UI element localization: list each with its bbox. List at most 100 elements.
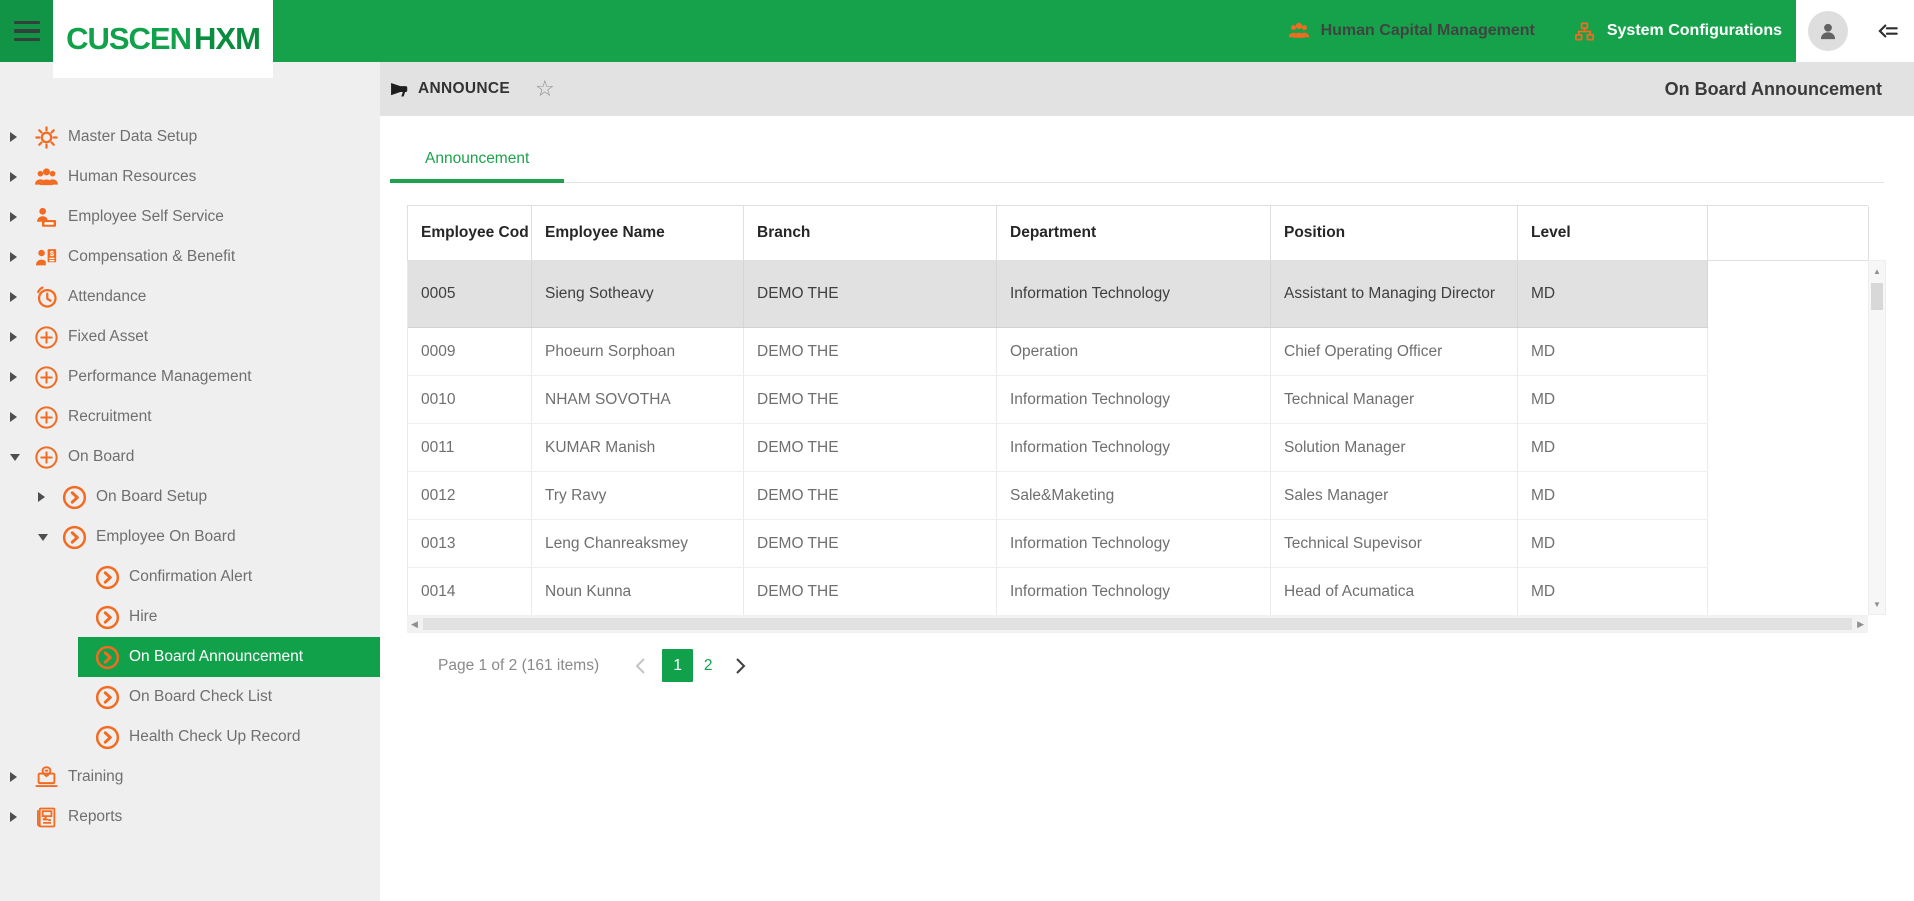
next-page-button[interactable] bbox=[735, 657, 746, 675]
scroll-left-arrow[interactable]: ◀ bbox=[411, 620, 418, 629]
app-logo: CUSCENHXM bbox=[53, 0, 273, 78]
header-cell-employee-cod[interactable]: Employee Cod bbox=[408, 206, 532, 261]
header-cell-position[interactable]: Position bbox=[1271, 206, 1518, 261]
sidebar-item-label: Recruitment bbox=[68, 408, 152, 426]
main-content: Announcement Employee CodEmployee NameBr… bbox=[380, 116, 1914, 901]
sidebar-item-on-board-setup[interactable]: On Board Setup bbox=[0, 477, 380, 517]
cell-department: Information Technology bbox=[997, 261, 1271, 328]
cell-position: Technical Supevisor bbox=[1271, 520, 1518, 568]
table-row-0009[interactable]: 0009Phoeurn SorphoanDEMO THEOperationChi… bbox=[408, 328, 1868, 376]
cell-employee-name: Try Ravy bbox=[532, 472, 744, 520]
page-button-2[interactable]: 2 bbox=[701, 657, 715, 675]
sidebar-item-attendance[interactable]: Attendance bbox=[0, 277, 380, 317]
horizontal-scroll-thumb[interactable] bbox=[423, 618, 1852, 630]
cell-employee-cod: 0005 bbox=[408, 261, 532, 328]
sidebar-item-on-board-check-list[interactable]: On Board Check List bbox=[0, 677, 380, 717]
expander-triangle-icon bbox=[10, 772, 24, 782]
cell-employee-name: Noun Kunna bbox=[532, 568, 744, 616]
cell-employee-cod: 0012 bbox=[408, 472, 532, 520]
module-system-configurations[interactable]: System Configurations bbox=[1573, 19, 1782, 43]
favorite-star-icon[interactable]: ☆ bbox=[535, 78, 555, 100]
sidebar-item-recruitment[interactable]: Recruitment bbox=[0, 397, 380, 437]
sidebar-item-master-data-setup[interactable]: Master Data Setup bbox=[0, 117, 380, 157]
scroll-right-arrow[interactable]: ▶ bbox=[1857, 620, 1864, 629]
header-cell-department[interactable]: Department bbox=[997, 206, 1271, 261]
sidebar-item-health-check-up-record[interactable]: Health Check Up Record bbox=[0, 717, 380, 757]
cell-position: Chief Operating Officer bbox=[1271, 328, 1518, 376]
sidebar-item-reports[interactable]: Reports bbox=[0, 797, 380, 837]
cell-employee-cod: 0011 bbox=[408, 424, 532, 472]
logo-text-secondary: HXM bbox=[194, 21, 260, 56]
module-human-capital-management[interactable]: Human Capital Management bbox=[1287, 19, 1535, 43]
cell-employee-cod: 0009 bbox=[408, 328, 532, 376]
sidebar-item-label: On Board bbox=[68, 448, 134, 466]
collapse-panel-icon[interactable] bbox=[1875, 18, 1901, 44]
pagination: Page 1 of 2 (161 items) 12 bbox=[438, 649, 746, 682]
cell-employee-name: Leng Chanreaksmey bbox=[532, 520, 744, 568]
table-row-0014[interactable]: 0014Noun KunnaDEMO THEInformation Techno… bbox=[408, 568, 1868, 616]
cell-employee-name: Phoeurn Sorphoan bbox=[532, 328, 744, 376]
sidebar-item-human-resources[interactable]: Human Resources bbox=[0, 157, 380, 197]
page-button-1[interactable]: 1 bbox=[662, 649, 693, 682]
scroll-down-arrow[interactable]: ▼ bbox=[1869, 596, 1885, 612]
header-cell-employee-name[interactable]: Employee Name bbox=[532, 206, 744, 261]
previous-page-button[interactable] bbox=[635, 657, 646, 675]
reports-icon bbox=[32, 803, 60, 831]
training-icon bbox=[32, 763, 60, 791]
sidebar-item-fixed-asset[interactable]: Fixed Asset bbox=[0, 317, 380, 357]
table-row-0011[interactable]: 0011KUMAR ManishDEMO THEInformation Tech… bbox=[408, 424, 1868, 472]
cell-empty bbox=[1708, 520, 1869, 568]
sidebar-item-on-board-announcement[interactable]: On Board Announcement bbox=[78, 637, 380, 677]
module-label: System Configurations bbox=[1607, 22, 1782, 40]
cell-department: Information Technology bbox=[997, 424, 1271, 472]
cell-department: Operation bbox=[997, 328, 1271, 376]
sitemap-icon bbox=[1573, 19, 1597, 43]
sidebar-item-on-board[interactable]: On Board bbox=[0, 437, 380, 477]
table-row-0012[interactable]: 0012Try RavyDEMO THESale&MaketingSales M… bbox=[408, 472, 1868, 520]
expander-triangle-icon bbox=[10, 812, 24, 822]
hamburger-bar bbox=[14, 29, 40, 33]
table-row-0010[interactable]: 0010NHAM SOVOTHADEMO THEInformation Tech… bbox=[408, 376, 1868, 424]
cell-branch: DEMO THE bbox=[744, 520, 997, 568]
cell-level: MD bbox=[1518, 520, 1708, 568]
sidebar-item-hire[interactable]: Hire bbox=[0, 597, 380, 637]
header-cell-branch[interactable]: Branch bbox=[744, 206, 997, 261]
sidebar-item-training[interactable]: Training bbox=[0, 757, 380, 797]
vertical-scrollbar[interactable]: ▲ ▼ bbox=[1868, 260, 1886, 615]
cell-empty bbox=[1708, 328, 1869, 376]
table-row-0013[interactable]: 0013Leng ChanreaksmeyDEMO THEInformation… bbox=[408, 520, 1868, 568]
expander-triangle-icon bbox=[10, 292, 24, 302]
cell-employee-name: KUMAR Manish bbox=[532, 424, 744, 472]
sidebar-item-confirmation-alert[interactable]: Confirmation Alert bbox=[0, 557, 380, 597]
module-label: Human Capital Management bbox=[1321, 22, 1535, 40]
sidebar-item-performance-management[interactable]: Performance Management bbox=[0, 357, 380, 397]
vertical-scroll-thumb[interactable] bbox=[1871, 283, 1883, 310]
horizontal-scrollbar[interactable]: ◀ ▶ bbox=[407, 615, 1868, 633]
cell-position: Assistant to Managing Director bbox=[1271, 261, 1518, 328]
tab-announcement[interactable]: Announcement bbox=[390, 138, 564, 183]
table-row-0005[interactable]: 0005Sieng SotheavyDEMO THEInformation Te… bbox=[408, 261, 1868, 328]
sidebar-item-compensation-benefit[interactable]: $ Compensation & Benefit bbox=[0, 237, 380, 277]
sidebar-item-employee-self-service[interactable]: Employee Self Service bbox=[0, 197, 380, 237]
cell-position: Technical Manager bbox=[1271, 376, 1518, 424]
grid-header-row: Employee CodEmployee NameBranchDepartmen… bbox=[407, 205, 1868, 261]
user-avatar[interactable] bbox=[1808, 11, 1848, 51]
cell-empty bbox=[1708, 261, 1869, 328]
cell-branch: DEMO THE bbox=[744, 568, 997, 616]
sidebar-item-employee-on-board[interactable]: Employee On Board bbox=[0, 517, 380, 557]
sidebar-item-label: Reports bbox=[68, 808, 122, 826]
cell-branch: DEMO THE bbox=[744, 261, 997, 328]
expander-triangle-icon bbox=[10, 372, 24, 382]
plus-circle-icon bbox=[32, 363, 60, 391]
chevron-circle-icon bbox=[60, 483, 88, 511]
header-cell-level[interactable]: Level bbox=[1518, 206, 1708, 261]
gear-icon bbox=[32, 123, 60, 151]
topbar-user-area bbox=[1796, 0, 1914, 62]
chevron-circle-icon bbox=[93, 723, 121, 751]
cell-employee-cod: 0013 bbox=[408, 520, 532, 568]
announce-megaphone-icon bbox=[388, 79, 409, 100]
scroll-up-arrow[interactable]: ▲ bbox=[1869, 263, 1885, 279]
page-title: On Board Announcement bbox=[1665, 79, 1882, 100]
hamburger-menu-button[interactable] bbox=[0, 0, 53, 62]
cell-level: MD bbox=[1518, 261, 1708, 328]
